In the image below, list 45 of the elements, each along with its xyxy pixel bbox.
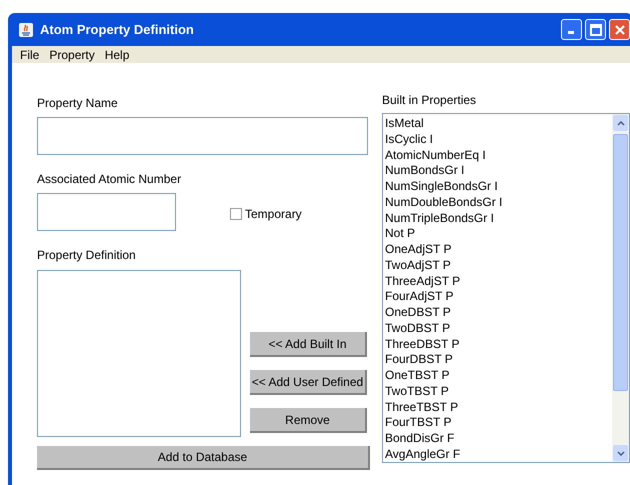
list-item[interactable]: Not P: [385, 226, 612, 242]
list-item[interactable]: TwoAdjST P: [385, 258, 612, 274]
atomic-number-field[interactable]: [37, 193, 176, 231]
maximize-button[interactable]: [585, 19, 606, 40]
list-item[interactable]: AtomicNumberEq I: [385, 148, 612, 164]
list-item[interactable]: TwoTBST P: [385, 384, 612, 400]
add-to-database-button[interactable]: Add to Database: [37, 446, 370, 470]
property-name-field[interactable]: [37, 117, 368, 155]
menu-item[interactable]: File: [20, 48, 40, 60]
list-item[interactable]: NumDoubleBondsGr I: [385, 194, 612, 210]
menu-item[interactable]: Help: [104, 48, 130, 60]
action-button[interactable]: << Add User Defined: [250, 370, 367, 395]
list-item[interactable]: IsMetal: [385, 116, 612, 132]
list-item[interactable]: FourDBST P: [385, 352, 612, 368]
list-item[interactable]: FourAdjST P: [385, 289, 612, 305]
list-item[interactable]: OneAdjST P: [385, 242, 612, 258]
list-label: Built in Properties: [382, 93, 478, 107]
window-title: Atom Property Definition: [40, 20, 194, 39]
temporary-checkbox[interactable]: Temporary: [230, 205, 302, 223]
list-item[interactable]: IsCyclic I: [385, 132, 612, 148]
list-item[interactable]: AvgAngleGr F: [385, 446, 612, 462]
menu-item[interactable]: Property: [49, 48, 95, 60]
list-item[interactable]: ThreeDBST P: [385, 336, 612, 352]
action-button[interactable]: << Add Built In: [250, 332, 367, 357]
scrollbar[interactable]: [612, 114, 629, 462]
definition-area[interactable]: [37, 270, 241, 437]
action-button[interactable]: Remove: [250, 408, 367, 433]
list-item[interactable]: TwoDBST P: [385, 320, 612, 336]
app-icon: [18, 22, 34, 38]
close-icon: [614, 24, 626, 36]
list-item[interactable]: ThreeAdjST P: [385, 274, 612, 290]
field-label: Associated Atomic Number: [37, 172, 182, 186]
list-item[interactable]: NumTripleBondsGr I: [385, 210, 612, 226]
list-item[interactable]: NumBondsGr I: [385, 163, 612, 179]
list-item[interactable]: ThreeTBST P: [385, 400, 612, 416]
list-item[interactable]: OneTBST P: [385, 368, 612, 384]
list-item[interactable]: OneDBST P: [385, 305, 612, 321]
maximize-icon: [590, 24, 602, 36]
list-item[interactable]: BondDisGr F: [385, 431, 612, 447]
close-button[interactable]: [609, 19, 630, 40]
field-label: Property Definition: [37, 248, 137, 262]
list-item[interactable]: FourTBST P: [385, 415, 612, 431]
list-item[interactable]: NumSingleBondsGr I: [385, 179, 612, 195]
field-label: Property Name: [37, 96, 119, 110]
minimize-button[interactable]: [561, 19, 582, 40]
